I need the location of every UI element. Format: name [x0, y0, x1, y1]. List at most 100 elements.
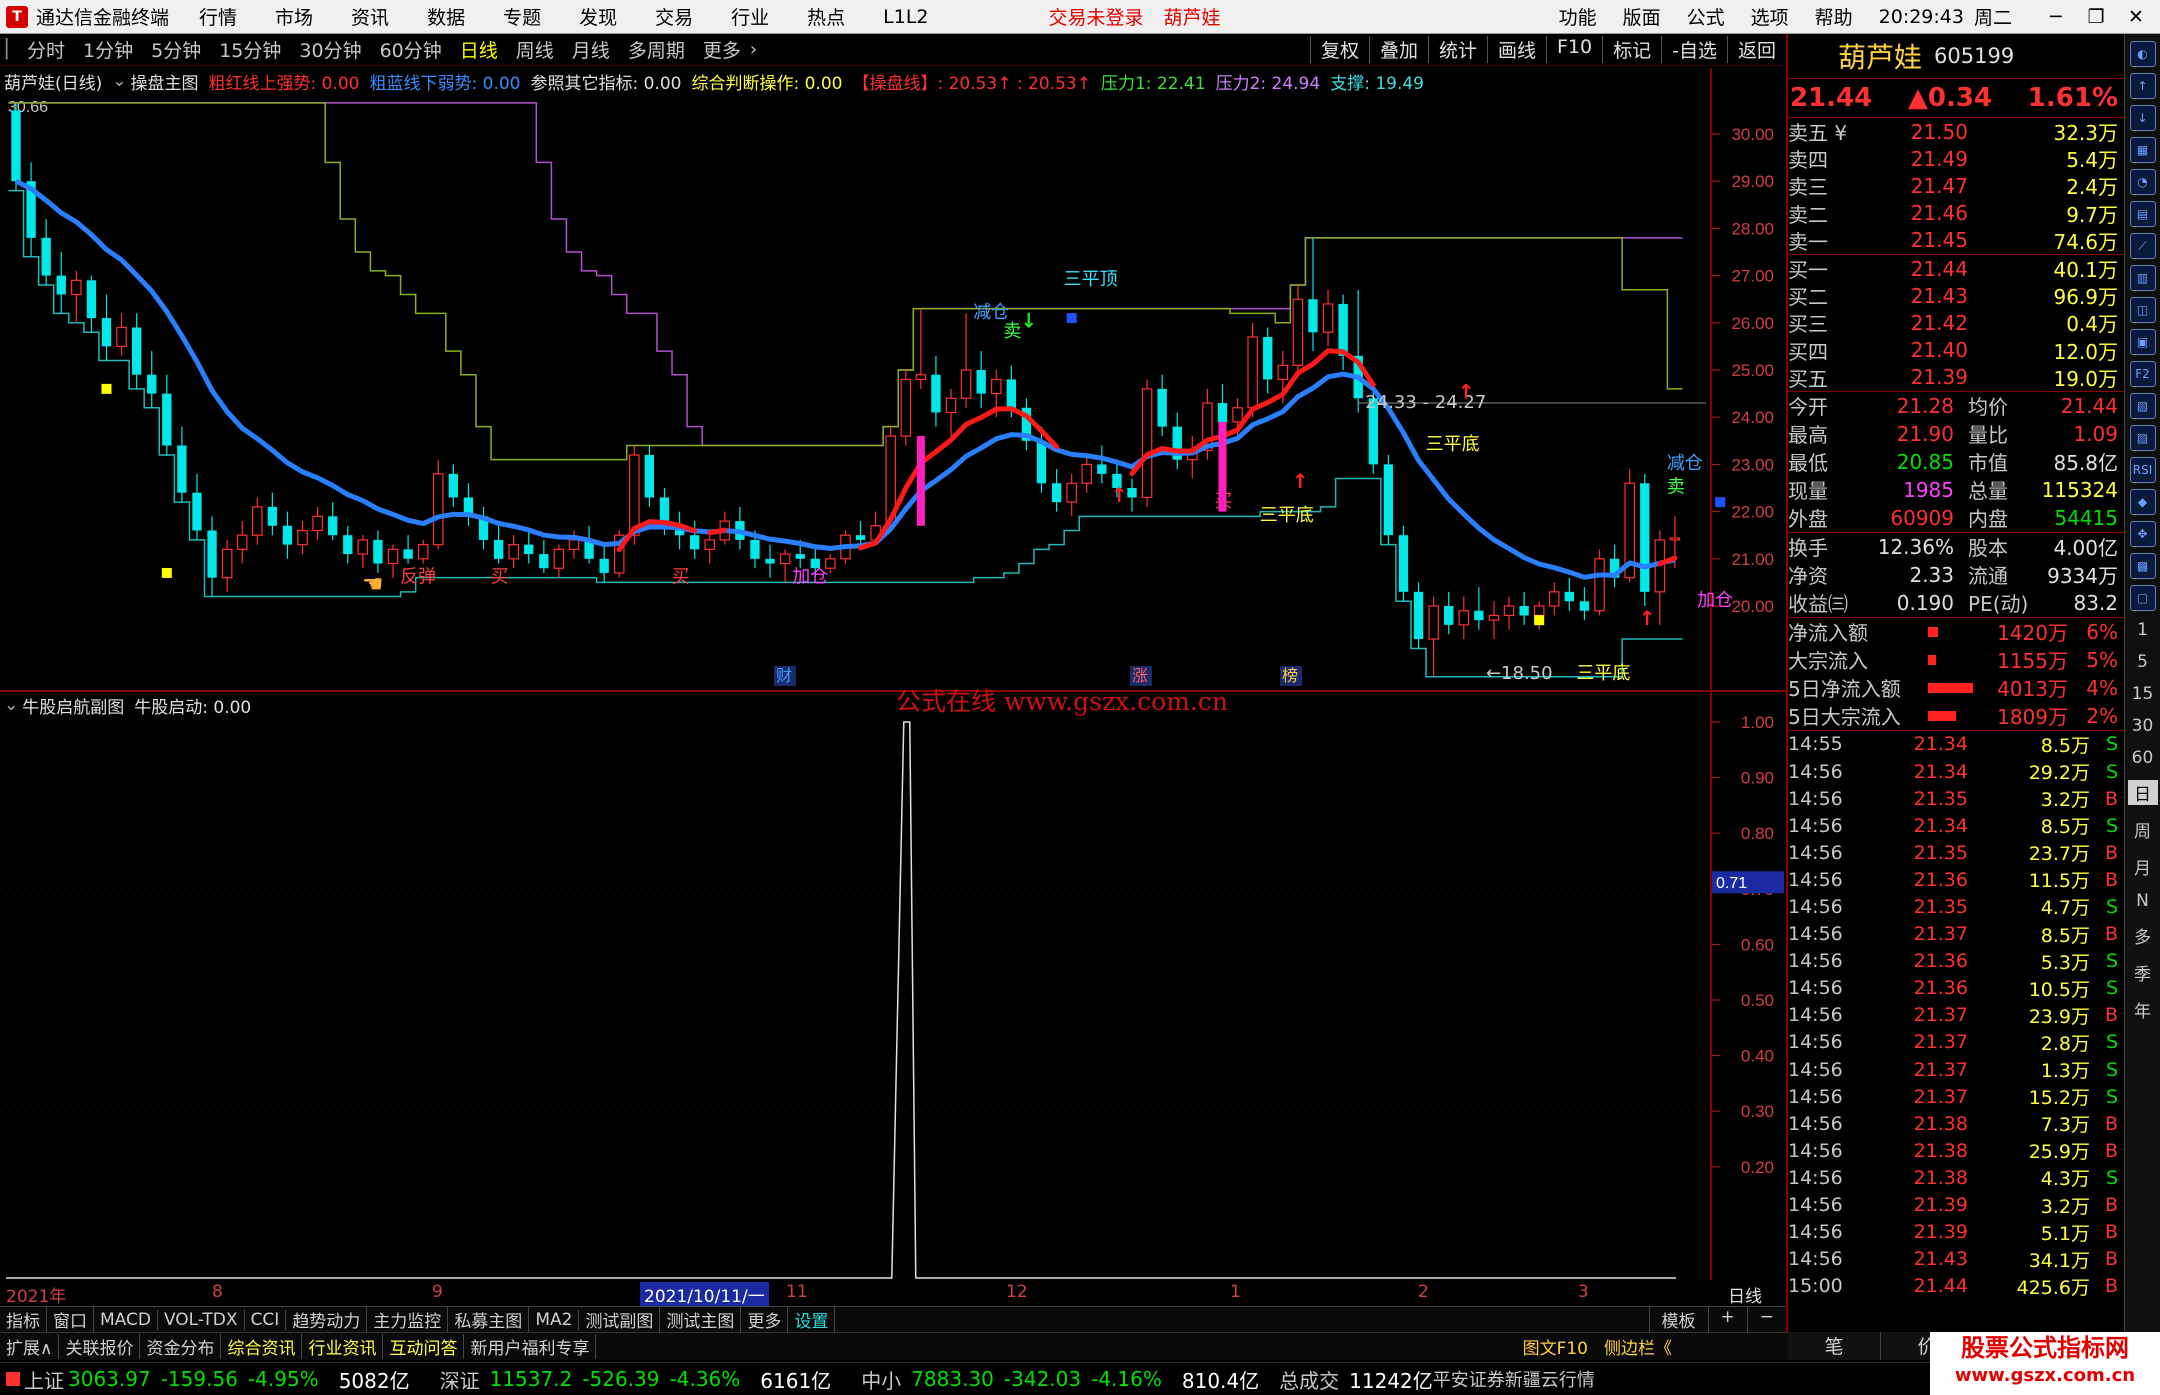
tick-row[interactable]: 14:56 21.37 1.3万 S	[1788, 1056, 2124, 1083]
menu-trade[interactable]: 交易	[655, 3, 693, 30]
strip-period-2[interactable]: 15	[2128, 684, 2158, 704]
bid-row[interactable]: 买二 21.43 96.9万	[1788, 282, 2124, 310]
tick-row[interactable]: 14:56 21.37 23.9万 B	[1788, 1002, 2124, 1029]
ext-fund-distribution[interactable]: 资金分布	[140, 1334, 222, 1359]
strip-period-8[interactable]: N	[2128, 891, 2158, 911]
sidebar-toggle-button[interactable]: 侧边栏《	[1596, 1334, 1680, 1359]
indicator-toggle-icon[interactable]: ⌄	[112, 71, 126, 91]
menu-function[interactable]: 功能	[1559, 3, 1597, 30]
tick-row[interactable]: 14:56 21.35 4.7万 S	[1788, 893, 2124, 920]
tab-cci[interactable]: CCI	[245, 1309, 287, 1330]
strip-tool-icon[interactable]: ↓	[2129, 105, 2156, 131]
menu-layout[interactable]: 版面	[1623, 3, 1661, 30]
period-30min[interactable]: 30分钟	[290, 36, 370, 63]
strip-tool-icon[interactable]: ▤	[2129, 201, 2156, 227]
strip-period-9[interactable]: 多	[2128, 923, 2158, 948]
tick-row[interactable]: 14:56 21.38 7.3万 B	[1788, 1110, 2124, 1137]
sh-index-name[interactable]: 上证	[24, 1365, 64, 1394]
tick-row[interactable]: 14:56 21.39 5.1万 B	[1788, 1219, 2124, 1246]
strip-tool-icon[interactable]: ◆	[2129, 489, 2156, 515]
ask-row[interactable]: 卖三 21.47 2.4万	[1788, 172, 2124, 200]
menu-quotes[interactable]: 行情	[199, 3, 237, 30]
stats-button[interactable]: 统计	[1427, 36, 1487, 63]
bid-row[interactable]: 买一 21.44 40.1万	[1788, 255, 2124, 283]
menu-discover[interactable]: 发现	[579, 3, 617, 30]
menu-data[interactable]: 数据	[427, 3, 465, 30]
tick-row[interactable]: 14:56 21.35 23.7万 B	[1788, 839, 2124, 866]
tab-test-main[interactable]: 测试主图	[660, 1307, 742, 1332]
tab-private-main[interactable]: 私募主图	[448, 1307, 530, 1332]
adjust-button[interactable]: 复权	[1309, 36, 1369, 63]
tab-settings[interactable]: 设置	[788, 1307, 836, 1332]
tab-indicator[interactable]: 指标	[0, 1307, 47, 1332]
menu-formula[interactable]: 公式	[1687, 3, 1725, 30]
tick-list[interactable]: 14:55 21.34 8.5万 S 14:56 21.34 29.2万 S 14:56 21.3…	[1788, 731, 2124, 1300]
menu-market[interactable]: 市场	[275, 3, 313, 30]
tab-trend-power[interactable]: 趋势动力	[286, 1307, 368, 1332]
restore-icon[interactable]: ❐	[2078, 6, 2114, 28]
strip-tool-icon[interactable]: ↑	[2129, 73, 2156, 99]
ext-industry-news[interactable]: 行业资讯	[302, 1334, 384, 1359]
close-icon[interactable]: ✕	[2118, 6, 2154, 28]
menu-hotspot[interactable]: 热点	[807, 3, 845, 30]
tick-row[interactable]: 14:55 21.34 8.5万 S	[1788, 731, 2124, 758]
period-multi[interactable]: 多周期	[619, 36, 694, 63]
tab-test-sub[interactable]: 测试副图	[579, 1307, 661, 1332]
strip-period-0[interactable]: 1	[2128, 620, 2158, 640]
period-weekly[interactable]: 周线	[507, 36, 563, 63]
tick-row[interactable]: 14:56 21.36 10.5万 S	[1788, 975, 2124, 1002]
strip-tool-icon[interactable]: ▥	[2129, 265, 2156, 291]
strip-tool-icon[interactable]: ⟋	[2129, 233, 2156, 259]
zx-index-name[interactable]: 中小	[861, 1365, 901, 1394]
strip-tool-icon[interactable]: ✥	[2129, 521, 2156, 547]
tick-row[interactable]: 14:56 21.37 2.8万 S	[1788, 1029, 2124, 1056]
tab-main-monitor[interactable]: 主力监控	[367, 1307, 449, 1332]
bid-row[interactable]: 买三 21.42 0.4万	[1788, 309, 2124, 337]
strip-period-4[interactable]: 60	[2128, 748, 2158, 768]
tab-vol-tdx[interactable]: VOL-TDX	[158, 1309, 245, 1330]
menu-help[interactable]: 帮助	[1815, 3, 1853, 30]
tick-row[interactable]: 14:56 21.36 11.5万 B	[1788, 866, 2124, 893]
ask-row[interactable]: 卖四 21.49 5.4万	[1788, 145, 2124, 173]
period-15min[interactable]: 15分钟	[210, 36, 290, 63]
ext-general-news[interactable]: 综合资讯	[221, 1334, 303, 1359]
period-intraday[interactable]: 分时	[18, 36, 74, 63]
strip-period-10[interactable]: 季	[2128, 960, 2158, 985]
menu-topics[interactable]: 专题	[503, 3, 541, 30]
tick-row[interactable]: 14:56 21.36 5.3万 S	[1788, 948, 2124, 975]
tick-row[interactable]: 14:56 21.34 8.5万 S	[1788, 812, 2124, 839]
strip-tool-icon[interactable]: RSI	[2129, 457, 2156, 483]
remove-watchlist-button[interactable]: -自选	[1661, 36, 1727, 63]
ext-qa[interactable]: 互动问答	[383, 1334, 465, 1359]
tick-row[interactable]: 14:56 21.38 4.3万 S	[1788, 1164, 2124, 1191]
period-more[interactable]: 更多	[694, 36, 750, 63]
strip-tool-icon[interactable]: ▨	[2129, 425, 2156, 451]
strip-tool-icon[interactable]: ▦	[2129, 137, 2156, 163]
strip-period-6[interactable]: 周	[2128, 817, 2158, 842]
chevron-right-icon[interactable]: ›	[750, 39, 757, 60]
remove-pane-button[interactable]: −	[1746, 1307, 1786, 1332]
strip-tool-icon[interactable]: ◐	[2129, 41, 2156, 67]
template-button[interactable]: 模板	[1648, 1307, 1708, 1332]
strip-tool-icon[interactable]: ◫	[2129, 297, 2156, 323]
menu-options[interactable]: 选项	[1751, 3, 1789, 30]
ask-row[interactable]: 卖五 ¥ 21.50 32.3万	[1788, 118, 2124, 146]
tick-row[interactable]: 15:00 21.44 425.6万 B	[1788, 1273, 2124, 1300]
tick-row[interactable]: 14:56 21.37 15.2万 S	[1788, 1083, 2124, 1110]
sub-indicator-chart[interactable]: 1.000.900.800.700.600.500.400.300.200.71	[0, 692, 1786, 1280]
main-indicator-name[interactable]: 操盘主图	[131, 69, 199, 94]
minimize-icon[interactable]: ─	[2038, 6, 2074, 28]
add-pane-button[interactable]: +	[1707, 1307, 1747, 1332]
period-daily[interactable]: 日线	[451, 36, 507, 63]
menu-industry[interactable]: 行业	[731, 3, 769, 30]
tick-row[interactable]: 14:56 21.35 3.2万 B	[1788, 785, 2124, 812]
strip-period-5[interactable]: 日	[2127, 780, 2158, 805]
strip-tool-icon[interactable]: ▧	[2129, 393, 2156, 419]
strip-tool-icon[interactable]: ▣	[2129, 329, 2156, 355]
strip-tool-icon[interactable]: ▢	[2129, 585, 2156, 611]
mark-button[interactable]: 标记	[1602, 36, 1661, 63]
draw-button[interactable]: 画线	[1486, 36, 1546, 63]
strip-period-7[interactable]: 月	[2128, 854, 2158, 879]
f10-graphic-button[interactable]: 图文F10	[1515, 1334, 1596, 1359]
tab-window[interactable]: 窗口	[47, 1307, 94, 1332]
